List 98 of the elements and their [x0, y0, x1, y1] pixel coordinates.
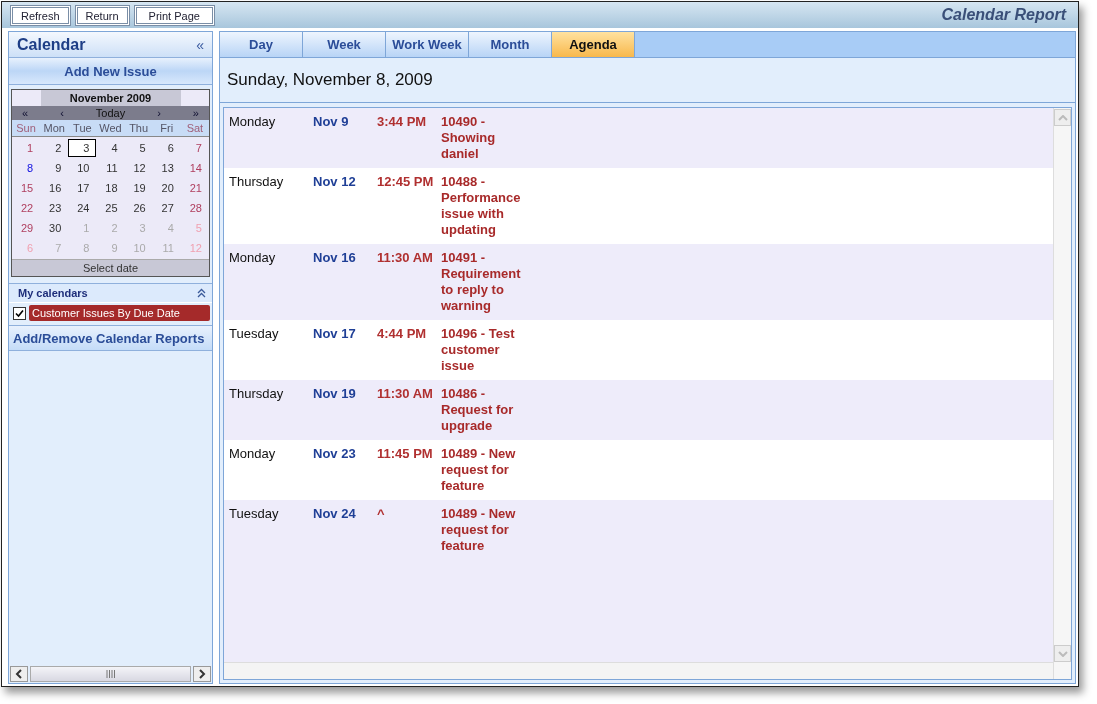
calendar-day[interactable]: 16 [40, 179, 69, 197]
calendar-day[interactable]: 5 [124, 139, 153, 157]
calendar-day[interactable]: 22 [12, 199, 41, 217]
date-text: Nov 23 [313, 446, 357, 462]
date-text: Nov 17 [313, 326, 357, 342]
view-tab[interactable]: Month [469, 32, 552, 57]
calendar-day[interactable]: 28 [180, 199, 209, 217]
issue-link[interactable]: 10489 - New request for feature [441, 506, 529, 554]
view-tab[interactable]: Work Week [386, 32, 469, 57]
issue-link[interactable]: 10496 - Test customer issue [441, 326, 529, 374]
scroll-up-icon[interactable] [1054, 109, 1071, 126]
time-text: ^ [377, 506, 386, 522]
calendar-day[interactable]: 18 [96, 179, 125, 197]
calendar-day[interactable]: 30 [40, 219, 69, 237]
calendar-day[interactable]: 4 [96, 139, 125, 157]
calendar-day[interactable]: 12 [124, 159, 153, 177]
sidebar-title: Calendar [17, 35, 86, 54]
calendar-label[interactable]: Customer Issues By Due Date [29, 305, 210, 321]
time-text: 4:44 PM [377, 326, 428, 342]
add-remove-reports-button[interactable]: Add/Remove Calendar Reports [9, 325, 212, 351]
issue-link[interactable]: 10491 - Requirement to reply to warning [441, 250, 529, 314]
time-text: 11:45 PM [377, 446, 434, 462]
weekday-label: Wed [98, 121, 123, 136]
collapse-icon[interactable] [197, 288, 206, 298]
scroll-down-icon[interactable] [1054, 645, 1071, 662]
issue-link[interactable]: 10490 - Showing daniel [441, 114, 529, 162]
calendar-day[interactable]: 14 [180, 159, 209, 177]
calendar-day[interactable]: 8 [12, 159, 41, 177]
view-tab[interactable]: Agenda [552, 32, 635, 57]
calendar-day[interactable]: 3 [68, 139, 97, 157]
date-text: Nov 9 [313, 114, 350, 130]
view-tab[interactable]: Day [220, 32, 303, 57]
scroll-left-icon[interactable] [10, 666, 28, 682]
scroll-thumb[interactable] [30, 666, 191, 682]
weekday-label: Thu [128, 121, 150, 136]
calendar-day[interactable]: 20 [152, 179, 181, 197]
weekday-label: Sun [15, 121, 37, 136]
calendar-day[interactable]: 26 [124, 199, 153, 217]
calendar-day[interactable]: 29 [12, 219, 41, 237]
calendar-day[interactable]: 6 [152, 139, 181, 157]
toolbar-button[interactable]: Return [74, 4, 130, 26]
calendar-day[interactable]: 2 [40, 139, 69, 157]
calendar-day[interactable]: 17 [68, 179, 97, 197]
toolbar-button[interactable]: Refresh [10, 4, 71, 26]
issue-link[interactable]: 10488 - Performance issue with updating [441, 174, 529, 238]
horizontal-scrollbar[interactable] [9, 666, 212, 682]
weekday-text: Monday [229, 114, 277, 130]
date-text: Nov 16 [313, 250, 357, 266]
weekday-label: Mon [42, 121, 66, 136]
weekday-text: Thursday [229, 386, 285, 402]
calendar-day[interactable]: 27 [152, 199, 181, 217]
weekday-text: Thursday [229, 174, 285, 190]
weekday-label: Sat [185, 121, 205, 136]
calendar-day[interactable]: 23 [40, 199, 69, 217]
calendar-nav-button[interactable]: ‹ [60, 107, 64, 119]
calendar-nav-button[interactable]: « [22, 107, 29, 119]
date-heading: Sunday, November 8, 2009 [227, 70, 433, 90]
time-text: 11:30 AM [377, 250, 434, 266]
view-tab[interactable]: Week [303, 32, 386, 57]
report-title: Calendar Report [941, 6, 1068, 24]
calendar-day[interactable]: 11 [96, 159, 125, 177]
date-text: Nov 12 [313, 174, 357, 190]
calendar-nav-button[interactable]: › [157, 107, 161, 119]
time-text: 12:45 PM [377, 174, 435, 190]
time-text: 11:30 AM [377, 386, 434, 402]
calendar-day[interactable]: 19 [124, 179, 153, 197]
weekday-label: Tue [72, 121, 93, 136]
calendar-nav-button[interactable]: » [192, 107, 199, 119]
issue-link[interactable]: 10486 - Request for upgrade [441, 386, 529, 434]
calendar-day[interactable]: 24 [68, 199, 97, 217]
calendar-day[interactable]: 7 [180, 139, 209, 157]
date-text: Nov 24 [313, 506, 357, 522]
weekday-label: Fri [159, 121, 175, 136]
calendar-day[interactable]: 15 [12, 179, 41, 197]
checkbox[interactable] [13, 306, 26, 320]
calendar-day[interactable]: 13 [152, 159, 181, 177]
calendar-day[interactable]: 10 [68, 159, 97, 177]
weekday-text: Tuesday [229, 506, 280, 522]
calendar-day[interactable]: 25 [96, 199, 125, 217]
add-new-issue-button[interactable]: Add New Issue [9, 58, 212, 85]
calendar-day[interactable]: 21 [180, 179, 209, 197]
weekday-text: Monday [229, 250, 277, 266]
weekday-text: Tuesday [229, 326, 280, 342]
toolbar-button[interactable]: Print Page [133, 4, 215, 26]
calendar-day[interactable]: 9 [40, 159, 69, 177]
scroll-right-icon[interactable] [193, 666, 211, 682]
month-title: November 2009 [40, 90, 181, 106]
date-text: Nov 19 [313, 386, 357, 402]
my-calendars-title: My calendars [18, 287, 88, 299]
collapse-button[interactable]: « [196, 36, 204, 53]
horizontal-scrollbar[interactable] [224, 662, 1053, 679]
vertical-scrollbar[interactable] [1053, 108, 1071, 679]
issue-link[interactable]: 10489 - New request for feature [441, 446, 529, 494]
time-text: 3:44 PM [377, 114, 428, 130]
weekday-text: Monday [229, 446, 277, 462]
select-date-button[interactable]: Select date [12, 259, 209, 276]
calendar-day[interactable]: 1 [12, 139, 41, 157]
calendar-nav-button[interactable]: Today [95, 107, 126, 119]
